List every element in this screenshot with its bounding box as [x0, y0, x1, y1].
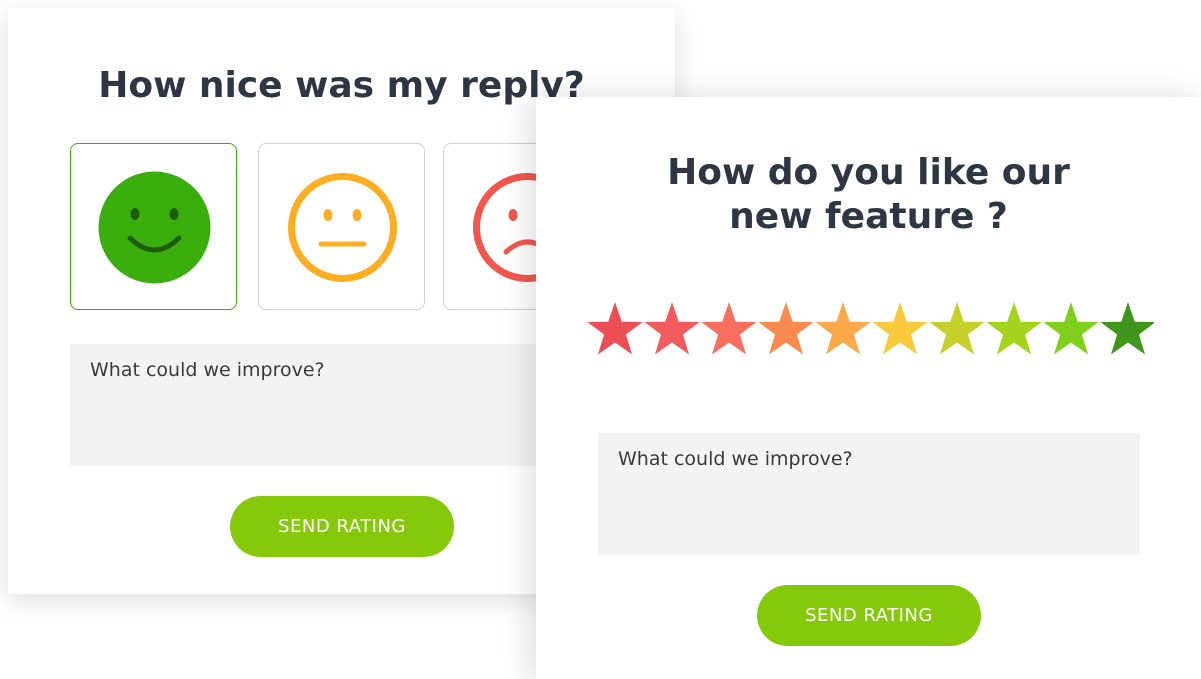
star-rating-title-line1: How do you like our [667, 152, 1070, 193]
star-8-icon[interactable] [986, 302, 1042, 355]
star-1-icon[interactable] [587, 302, 643, 355]
star-10-icon[interactable] [1100, 302, 1154, 355]
star-4-icon[interactable] [758, 302, 814, 355]
send-rating-button[interactable]: SEND RATING [230, 496, 454, 557]
neutral-face-option[interactable] [258, 143, 425, 310]
star-6-icon[interactable] [872, 302, 928, 355]
improve-textarea-placeholder: What could we improve? [90, 359, 325, 381]
star-7-icon[interactable] [929, 302, 985, 355]
feature-improve-textarea-placeholder: What could we improve? [618, 448, 853, 470]
feature-improve-textarea[interactable]: What could we improve? [598, 433, 1140, 555]
star-rating-title-line2: new feature ? [729, 196, 1008, 237]
happy-face-option[interactable] [70, 143, 237, 310]
happy-face-icon [98, 171, 211, 284]
star-2-icon[interactable] [644, 302, 700, 355]
star-rating-card: How do you like our new feature ? What c… [536, 97, 1201, 679]
neutral-face-icon [288, 173, 397, 282]
star-rating [587, 302, 1154, 355]
star-3-icon[interactable] [701, 302, 757, 355]
feature-send-rating-button[interactable]: SEND RATING [757, 585, 981, 646]
star-9-icon[interactable] [1043, 302, 1099, 355]
star-rating-title: How do you like our new feature ? [536, 151, 1201, 239]
star-5-icon[interactable] [815, 302, 871, 355]
